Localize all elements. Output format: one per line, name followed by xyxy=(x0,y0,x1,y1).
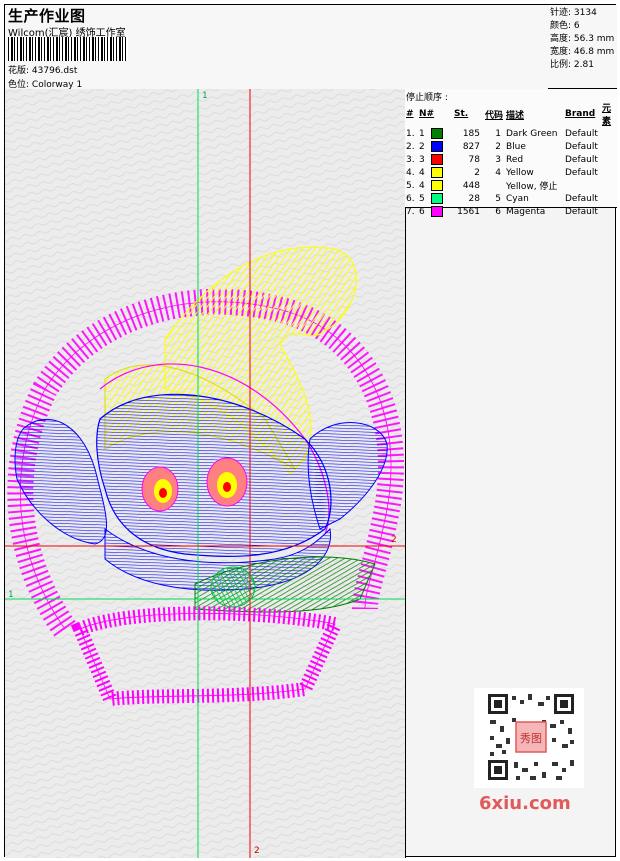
thread-brand: Default xyxy=(565,167,598,178)
thread-brand: Default xyxy=(565,193,598,204)
stitch-count-cell: 448 xyxy=(462,180,480,191)
needle-number: 1 xyxy=(418,127,453,140)
barcode xyxy=(8,37,128,61)
color-description: Red xyxy=(506,154,524,165)
axis-label-right-2: 2 xyxy=(391,535,397,545)
stop-sequence-panel: 停止顺序 : # N# St. 代码 描述 Brand 元素 1. 1 185 1 Da… xyxy=(405,89,617,217)
color-code: 3 xyxy=(495,154,501,165)
color-code: 5 xyxy=(495,193,501,204)
design-scale: 比例: 2.81 xyxy=(550,60,594,70)
row-index: 7. xyxy=(406,206,415,217)
design-width: 宽度: 46.8 mm xyxy=(550,47,615,57)
stop-row: 6. 5 28 5 Cyan Default xyxy=(405,192,617,205)
color-swatch xyxy=(431,206,443,217)
color-code xyxy=(484,179,505,192)
page-title: 生产作业图 xyxy=(8,7,86,25)
color-code: 1 xyxy=(495,128,501,139)
row-index: 3. xyxy=(406,154,415,165)
row-index: 2. xyxy=(406,141,415,152)
design-height: 高度: 56.3 mm xyxy=(550,34,615,44)
color-swatch xyxy=(431,154,443,165)
stop-row: 1. 1 185 1 Dark Green Default xyxy=(405,127,617,140)
embroidery-preview: 1 1 2 2 xyxy=(5,89,406,858)
qr-code: 秀图 xyxy=(474,688,584,788)
col-header: N# xyxy=(419,109,435,119)
element-cell xyxy=(601,153,617,166)
color-count: 颜色: 6 xyxy=(550,21,580,31)
stitch-count-cell: 28 xyxy=(468,193,480,204)
needle-number: 6 xyxy=(418,205,453,218)
element-cell xyxy=(601,205,617,218)
thread-brand: Default xyxy=(565,128,598,139)
stop-row: 4. 4 2 4 Yellow Default xyxy=(405,166,617,179)
row-index: 4. xyxy=(406,167,415,178)
color-swatch xyxy=(431,128,443,139)
col-header: 元素 xyxy=(602,104,612,127)
color-code: 4 xyxy=(495,167,501,178)
header-block: 生产作业图 Wilcom(汇宸) 绣饰工作室 花版: 43796.dst 色位:… xyxy=(5,5,549,90)
stop-row: 3. 3 78 3 Red Default xyxy=(405,153,617,166)
needle-number: 3 xyxy=(418,153,453,166)
color-description: Yellow xyxy=(506,167,534,178)
embroidery-design xyxy=(5,89,405,858)
stitch-count-cell: 78 xyxy=(468,154,480,165)
design-file: 花版: 43796.dst xyxy=(8,66,78,76)
color-swatch xyxy=(431,167,443,178)
row-index: 6. xyxy=(406,193,415,204)
cyan-ball xyxy=(210,566,256,608)
color-description: Dark Green xyxy=(506,128,558,139)
stop-row: 5. 4 448 Yellow, 停止 xyxy=(405,179,617,192)
production-worksheet: 生产作业图 Wilcom(汇宸) 绣饰工作室 花版: 43796.dst 色位:… xyxy=(4,4,617,858)
stitch-count-cell: 827 xyxy=(462,141,480,152)
stitch-count-cell: 1561 xyxy=(457,206,480,217)
axis-label-bottom-2: 2 xyxy=(254,846,260,856)
watermark-logo: 6xiu.com xyxy=(479,793,571,814)
axis-label-top-1: 1 xyxy=(202,91,208,101)
element-cell xyxy=(601,166,617,179)
stitch-count-cell: 185 xyxy=(462,128,480,139)
element-cell xyxy=(601,179,617,192)
color-swatch xyxy=(431,180,443,191)
stop-row: 7. 6 1561 6 Magenta Default xyxy=(405,205,617,218)
element-cell xyxy=(601,192,617,205)
axis-label-left-1: 1 xyxy=(8,590,14,600)
col-header: Brand xyxy=(565,109,596,119)
element-cell xyxy=(601,140,617,153)
stitch-count: 针迹: 3134 xyxy=(550,8,597,18)
row-index: 5. xyxy=(406,180,415,191)
qr-code-image: 秀图 xyxy=(486,692,576,782)
color-code: 2 xyxy=(495,141,501,152)
thread-brand: Default xyxy=(565,141,598,152)
color-description: Cyan xyxy=(506,193,529,204)
color-description: Magenta xyxy=(506,206,546,217)
needle-number: 5 xyxy=(418,192,453,205)
stop-row: 2. 2 827 2 Blue Default xyxy=(405,140,617,153)
col-header: St. xyxy=(454,109,469,119)
thread-brand: Default xyxy=(565,206,598,217)
row-index: 1. xyxy=(406,128,415,139)
qr-stamp-text: 秀图 xyxy=(520,732,542,745)
color-swatch xyxy=(431,193,443,204)
color-code: 6 xyxy=(495,206,501,217)
design-stats: 针迹: 3134 颜色: 6 高度: 56.3 mm 宽度: 46.8 mm 比… xyxy=(548,5,617,89)
color-description: Yellow, 停止 xyxy=(506,182,558,192)
needle-number: 4 xyxy=(418,179,453,192)
col-header: # xyxy=(406,109,414,119)
thread-brand: Default xyxy=(565,154,598,165)
col-header: 代码 xyxy=(485,110,504,121)
needle-number: 2 xyxy=(418,140,453,153)
color-swatch xyxy=(431,141,443,152)
color-description: Blue xyxy=(506,141,526,152)
thread-brand xyxy=(564,179,601,192)
stitch-count-cell: 2 xyxy=(474,167,480,178)
element-cell xyxy=(601,127,617,140)
needle-number: 4 xyxy=(418,166,453,179)
stop-sequence-table: # N# St. 代码 描述 Brand 元素 1. 1 185 1 Dark Gree… xyxy=(405,101,617,218)
col-header: 描述 xyxy=(506,110,525,121)
